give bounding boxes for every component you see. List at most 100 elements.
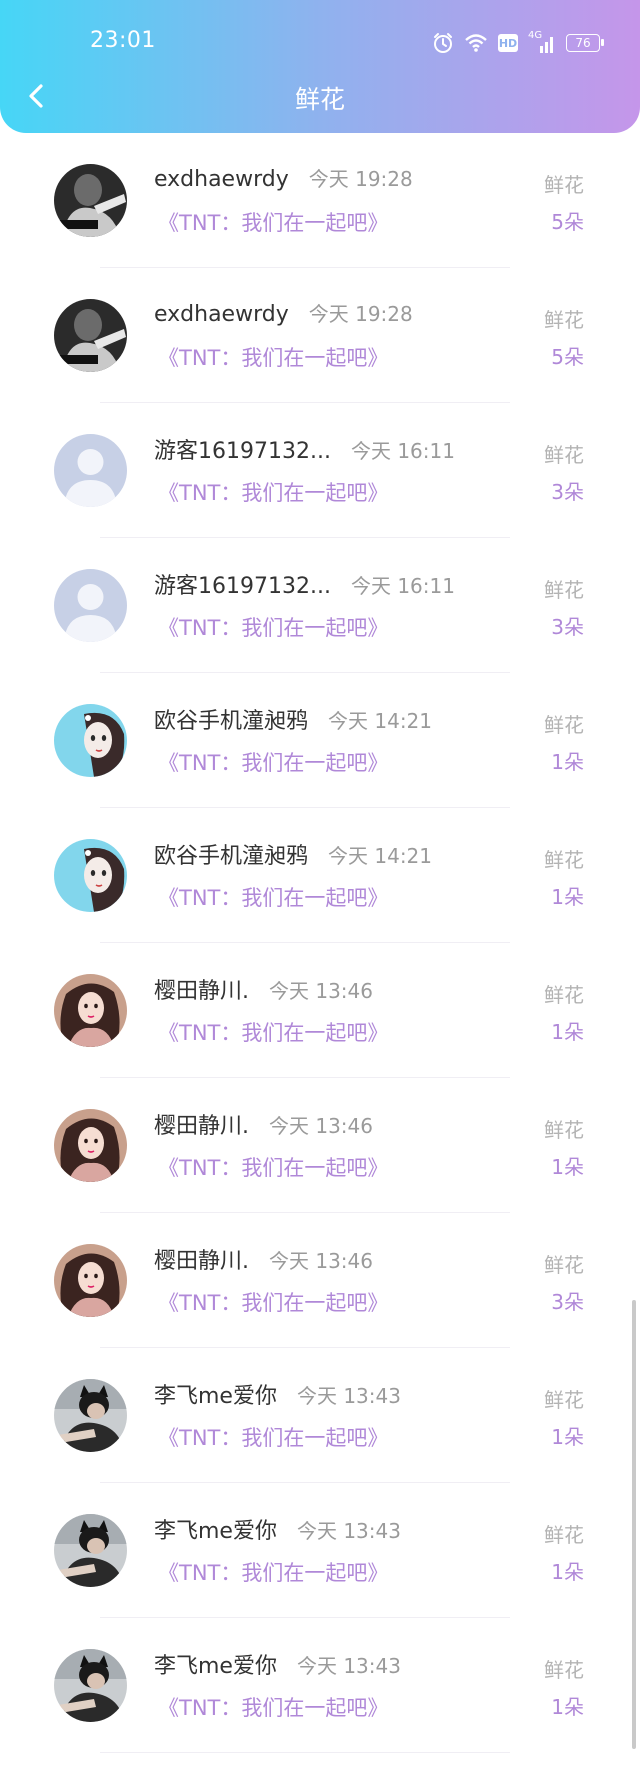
- gift-type-label: 鲜花: [544, 848, 584, 872]
- gift-list-item[interactable]: exdhaewrdy 今天 19:28 《TNT：我们在一起吧》 鲜花 5朵: [0, 149, 640, 284]
- avatar[interactable]: [54, 1649, 127, 1722]
- gift-list-item[interactable]: exdhaewrdy 今天 19:28 《TNT：我们在一起吧》 鲜花 5朵: [0, 284, 640, 419]
- username[interactable]: 欧谷手机潼昶鸦: [154, 703, 308, 735]
- gift-type-label: 鲜花: [544, 173, 584, 197]
- avatar[interactable]: [54, 974, 127, 1047]
- song-title[interactable]: 《TNT：我们在一起吧》: [158, 612, 388, 642]
- gift-list-item[interactable]: 游客16197132... 今天 16:11 《TNT：我们在一起吧》 鲜花 3朵: [0, 419, 640, 554]
- timestamp: 今天 19:28: [308, 302, 413, 326]
- gift-list-item[interactable]: 李飞me爱你 今天 13:43 《TNT：我们在一起吧》 鲜花 1朵: [0, 1499, 640, 1634]
- hd-label: HD: [498, 36, 518, 50]
- gift-count: 1朵: [551, 750, 584, 774]
- divider: [100, 672, 510, 673]
- divider: [100, 807, 510, 808]
- name-line: 李飞me爱你 今天 13:43: [154, 1648, 401, 1680]
- divider: [100, 1617, 510, 1618]
- gift-count: 1朵: [551, 885, 584, 909]
- avatar[interactable]: [54, 164, 127, 237]
- avatar[interactable]: [54, 1244, 127, 1317]
- gift-type-label: 鲜花: [544, 1658, 584, 1682]
- name-line: exdhaewrdy 今天 19:28: [154, 298, 413, 327]
- name-line: 欧谷手机潼昶鸦 今天 14:21: [154, 838, 432, 870]
- gift-type-label: 鲜花: [544, 983, 584, 1007]
- gift-count: 1朵: [551, 1155, 584, 1179]
- song-title[interactable]: 《TNT：我们在一起吧》: [158, 1017, 388, 1047]
- name-line: 欧谷手机潼昶鸦 今天 14:21: [154, 703, 432, 735]
- gift-list-item[interactable]: 樱田静川. 今天 13:46 《TNT：我们在一起吧》 鲜花 3朵: [0, 1229, 640, 1364]
- username[interactable]: 游客16197132...: [154, 433, 331, 465]
- gift-count: 1朵: [551, 1020, 584, 1044]
- avatar[interactable]: [54, 704, 127, 777]
- timestamp: 今天 13:46: [269, 1249, 373, 1273]
- gift-type-label: 鲜花: [544, 1523, 584, 1547]
- timestamp: 今天 14:21: [328, 709, 433, 733]
- avatar[interactable]: [54, 569, 127, 642]
- username[interactable]: 李飞me爱你: [154, 1513, 277, 1545]
- timestamp: 今天 13:43: [296, 1654, 401, 1678]
- gift-list-item[interactable]: 樱田静川. 今天 13:46 《TNT：我们在一起吧》 鲜花 1朵: [0, 959, 640, 1094]
- gift-list-item[interactable]: 樱田静川. 今天 13:46 《TNT：我们在一起吧》 鲜花 1朵: [0, 1094, 640, 1229]
- divider: [100, 1752, 510, 1753]
- status-time: 23:01: [90, 28, 156, 53]
- avatar[interactable]: [54, 1514, 127, 1587]
- song-title[interactable]: 《TNT：我们在一起吧》: [158, 1557, 388, 1587]
- avatar[interactable]: [54, 1109, 127, 1182]
- divider: [100, 402, 510, 403]
- divider: [100, 1212, 510, 1213]
- gift-list-item[interactable]: 欧谷手机潼昶鸦 今天 14:21 《TNT：我们在一起吧》 鲜花 1朵: [0, 689, 640, 824]
- scrollbar[interactable]: [632, 1300, 636, 1749]
- divider: [100, 1077, 510, 1078]
- divider: [100, 1347, 510, 1348]
- gift-list-item[interactable]: 欧谷手机潼昶鸦 今天 14:21 《TNT：我们在一起吧》 鲜花 1朵: [0, 824, 640, 959]
- avatar[interactable]: [54, 434, 127, 507]
- username[interactable]: 欧谷手机潼昶鸦: [154, 838, 308, 870]
- song-title[interactable]: 《TNT：我们在一起吧》: [158, 882, 388, 912]
- song-title[interactable]: 《TNT：我们在一起吧》: [158, 1692, 388, 1722]
- gift-list-item[interactable]: 游客16197132... 今天 16:11 《TNT：我们在一起吧》 鲜花 3朵: [0, 554, 640, 689]
- network-label: 4G: [528, 30, 543, 41]
- gift-count: 1朵: [551, 1425, 584, 1449]
- name-line: 樱田静川. 今天 13:46: [154, 1108, 373, 1140]
- song-title[interactable]: 《TNT：我们在一起吧》: [158, 1287, 388, 1317]
- username[interactable]: exdhaewrdy: [154, 302, 289, 327]
- avatar[interactable]: [54, 1379, 127, 1452]
- name-line: 樱田静川. 今天 13:46: [154, 973, 373, 1005]
- username[interactable]: 李飞me爱你: [154, 1378, 277, 1410]
- gift-list-item[interactable]: 李飞me爱你 今天 13:43 《TNT：我们在一起吧》 鲜花 1朵: [0, 1364, 640, 1499]
- username[interactable]: 游客16197132...: [154, 568, 331, 600]
- username[interactable]: 樱田静川.: [154, 1108, 249, 1140]
- gift-count: 3朵: [551, 615, 584, 639]
- song-title[interactable]: 《TNT：我们在一起吧》: [158, 747, 388, 777]
- gift-type-label: 鲜花: [544, 1388, 584, 1412]
- wifi-icon: [465, 34, 487, 52]
- name-line: exdhaewrdy 今天 19:28: [154, 163, 413, 192]
- name-line: 李飞me爱你 今天 13:43: [154, 1513, 401, 1545]
- signal-icon: 4G: [528, 30, 556, 54]
- song-title[interactable]: 《TNT：我们在一起吧》: [158, 477, 388, 507]
- app-header: 23:01 HD 4G 76 鲜花: [0, 0, 640, 133]
- alarm-icon: [434, 33, 452, 53]
- name-line: 游客16197132... 今天 16:11: [154, 568, 455, 600]
- timestamp: 今天 13:46: [269, 979, 373, 1003]
- avatar[interactable]: [54, 299, 127, 372]
- username[interactable]: exdhaewrdy: [154, 167, 289, 192]
- song-title[interactable]: 《TNT：我们在一起吧》: [158, 1422, 388, 1452]
- username[interactable]: 李飞me爱你: [154, 1648, 277, 1680]
- gift-count: 5朵: [551, 345, 584, 369]
- song-title[interactable]: 《TNT：我们在一起吧》: [158, 342, 388, 372]
- username[interactable]: 樱田静川.: [154, 1243, 249, 1275]
- gift-list: exdhaewrdy 今天 19:28 《TNT：我们在一起吧》 鲜花 5朵 exdhae…: [0, 149, 640, 1769]
- timestamp: 今天 19:28: [308, 167, 413, 191]
- username[interactable]: 樱田静川.: [154, 973, 249, 1005]
- gift-type-label: 鲜花: [544, 713, 584, 737]
- song-title[interactable]: 《TNT：我们在一起吧》: [158, 207, 388, 237]
- divider: [100, 267, 510, 268]
- timestamp: 今天 13:43: [296, 1384, 401, 1408]
- avatar[interactable]: [54, 839, 127, 912]
- song-title[interactable]: 《TNT：我们在一起吧》: [158, 1152, 388, 1182]
- battery-level: 76: [575, 36, 591, 50]
- name-line: 游客16197132... 今天 16:11: [154, 433, 455, 465]
- gift-type-label: 鲜花: [544, 578, 584, 602]
- timestamp: 今天 13:43: [296, 1519, 401, 1543]
- gift-count: 1朵: [551, 1560, 584, 1584]
